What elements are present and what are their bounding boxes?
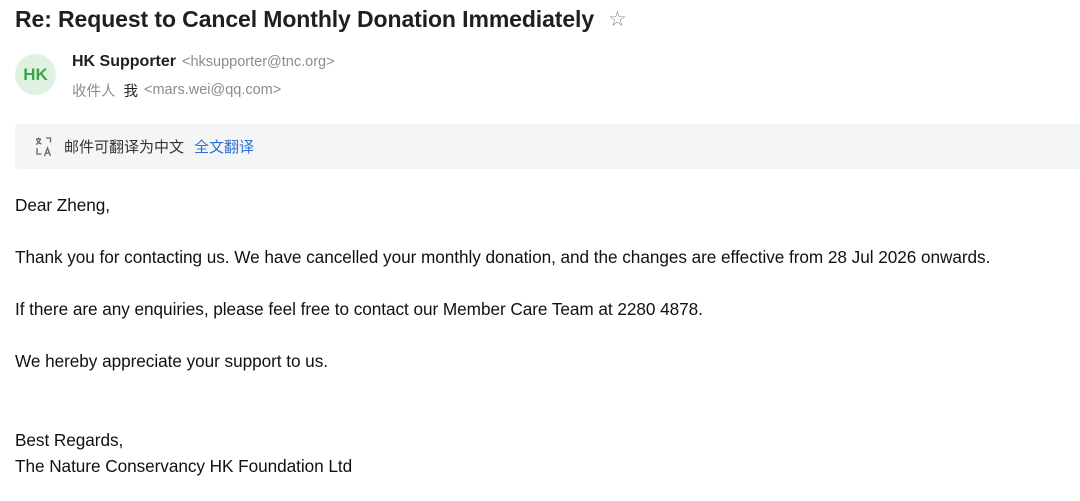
translate-bar: 邮件可翻译为中文 全文翻译 [15, 124, 1080, 169]
closing: Best Regards, [15, 430, 124, 450]
body-paragraph-2: If there are any enquiries, please feel … [15, 299, 703, 319]
recipient-info: 收件人 我 <mars.wei@qq.com> [72, 80, 281, 100]
greeting: Dear Zheng, [15, 195, 110, 215]
recipient-label: 收件人 [72, 83, 116, 100]
sender-avatar[interactable]: HK [15, 54, 56, 95]
sender-email[interactable]: <hksupporter@tnc.org> [182, 54, 335, 70]
translate-notice: 邮件可翻译为中文 [64, 139, 185, 156]
star-icon[interactable]: ☆ [608, 9, 627, 30]
sender-info: HK Supporter <hksupporter@tnc.org> [72, 52, 335, 72]
recipient-name[interactable]: 我 [124, 80, 139, 101]
signature: The Nature Conservancy HK Foundation Ltd [15, 456, 353, 476]
translate-full-link[interactable]: 全文翻译 [194, 136, 254, 157]
body-paragraph-3: We hereby appreciate your support to us. [15, 351, 328, 371]
body-paragraph-1: Thank you for contacting us. We have can… [15, 247, 991, 267]
email-header: Re: Request to Cancel Monthly Donation I… [15, 4, 627, 34]
email-subject: Re: Request to Cancel Monthly Donation I… [15, 5, 595, 32]
sender-name[interactable]: HK Supporter [72, 53, 176, 71]
translate-icon [35, 136, 53, 158]
recipient-email[interactable]: <mars.wei@qq.com> [144, 82, 281, 98]
